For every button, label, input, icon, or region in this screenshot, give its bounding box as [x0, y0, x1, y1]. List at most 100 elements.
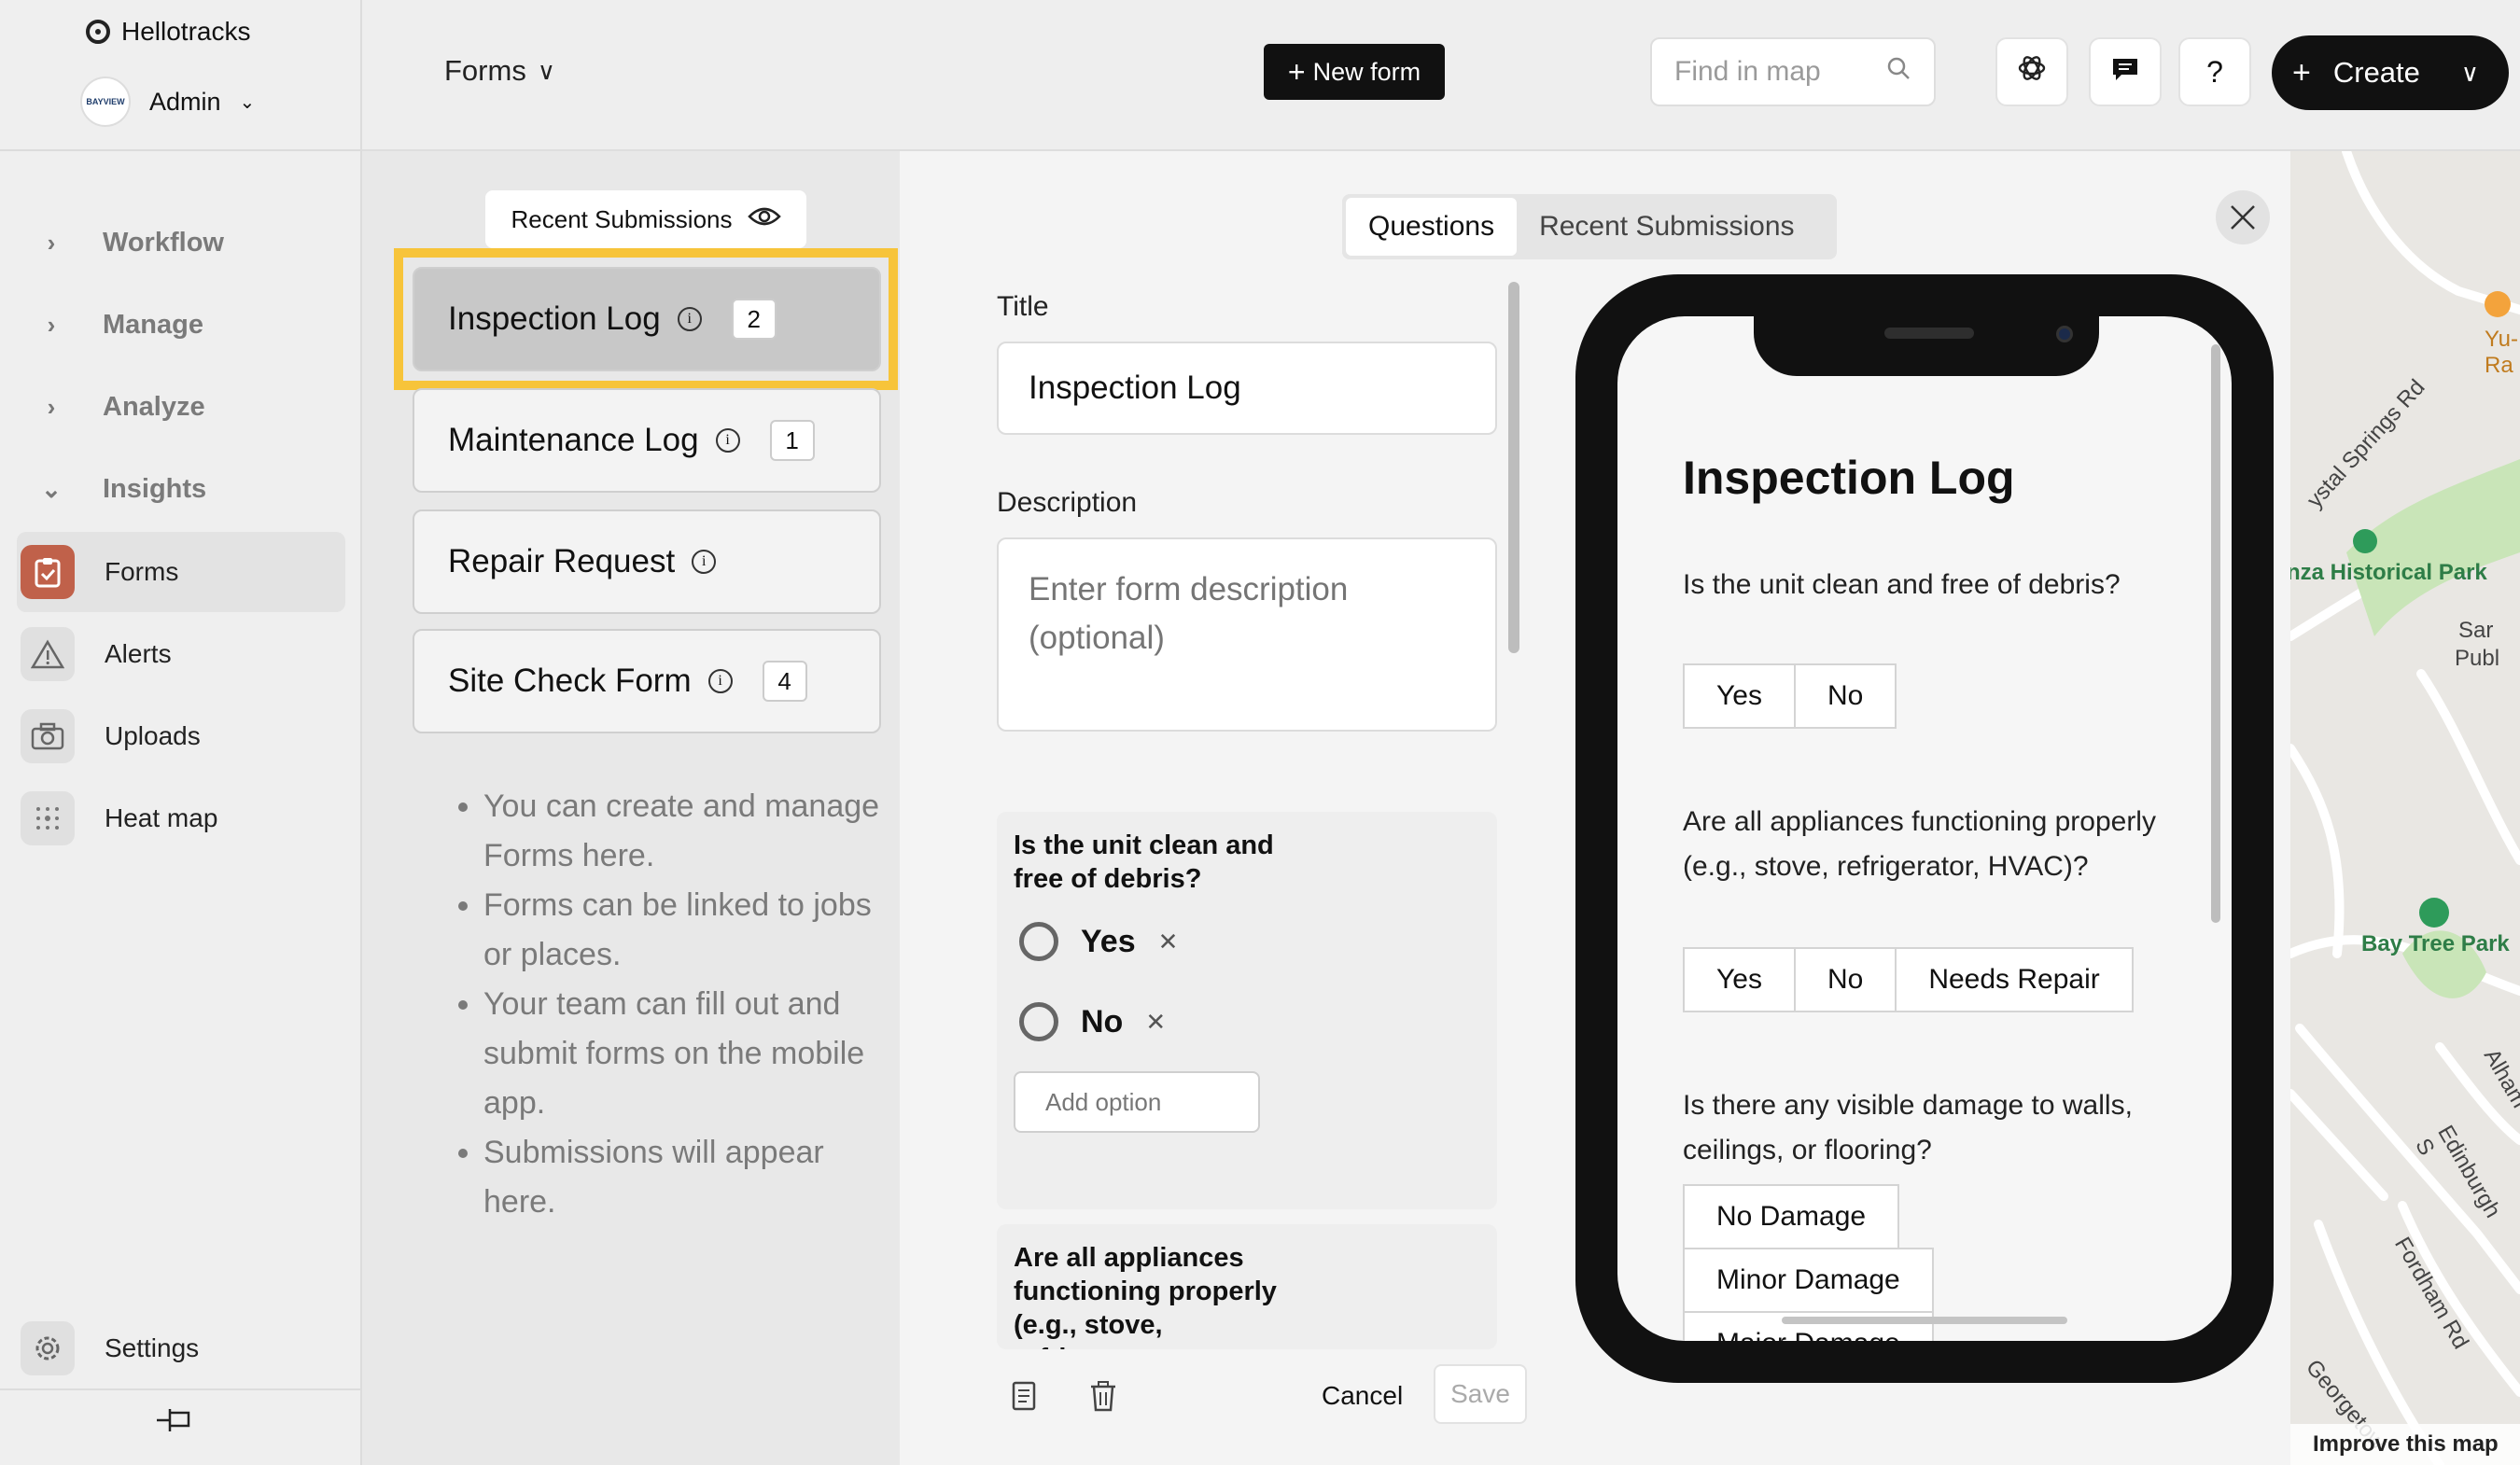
nav-group-analyze[interactable]: › Analyze [0, 370, 360, 444]
option-row: No ✕ [1014, 982, 1480, 1062]
user-menu[interactable]: BAYVIEW Admin ⌄ [80, 77, 255, 127]
form-item-maintenance-log[interactable]: Maintenance Log i 1 [413, 388, 881, 493]
title-label: Title [997, 291, 1049, 322]
map-label: Sar [2458, 618, 2494, 643]
sidebar-item-heat-map[interactable]: Heat map [17, 778, 345, 858]
duplicate-icon[interactable] [1010, 1379, 1040, 1417]
ai-assistant-button[interactable] [1995, 37, 2068, 106]
info-icon[interactable]: i [715, 428, 740, 453]
form-name: Inspection Log [448, 300, 661, 337]
divider [0, 149, 360, 151]
remove-option-icon[interactable]: ✕ [1158, 928, 1179, 956]
map-label: Bay Tree Park [2361, 931, 2510, 956]
sidebar-item-settings[interactable]: Settings [17, 1308, 345, 1388]
mobile-preview: Inspection Log Is the unit clean and fre… [1575, 274, 2274, 1383]
chevron-right-icon: › [47, 228, 56, 257]
add-option-input[interactable]: Add option [1014, 1071, 1260, 1133]
find-in-map-input[interactable]: Find in map [1650, 37, 1936, 106]
question-text[interactable]: Is the unit clean and free of debris? [1014, 829, 1294, 896]
brand[interactable]: Hellotracks [86, 17, 250, 47]
preview-options: Yes No [1683, 663, 1897, 729]
title-input[interactable] [997, 342, 1497, 435]
question-card[interactable]: Is the unit clean and free of debris? Ye… [997, 812, 1497, 1209]
help-button[interactable]: ? [2178, 37, 2251, 106]
close-icon[interactable] [2216, 190, 2270, 244]
nav-group-workflow[interactable]: › Workflow [0, 205, 360, 280]
sidebar-item-label: Alerts [105, 639, 172, 668]
option-label[interactable]: No [1081, 1004, 1123, 1040]
help-tips: You can create and manage Forms here. Fo… [452, 782, 881, 1227]
sidebar-item-forms[interactable]: Forms [17, 532, 345, 612]
trash-icon[interactable] [1088, 1379, 1118, 1417]
chevron-down-icon[interactable]: ∨ [2461, 59, 2479, 88]
ai-assistant-icon [2016, 52, 2048, 91]
preview-option-button[interactable]: Yes [1683, 947, 1796, 1012]
info-icon[interactable]: i [692, 550, 717, 574]
nav-group-label: Insights [103, 473, 207, 504]
preview-option-button[interactable]: Major Damage [1683, 1311, 1934, 1341]
tip-item: Forms can be linked to jobs or places. [483, 881, 881, 980]
submission-count-badge: 2 [731, 299, 777, 340]
user-name: Admin [149, 87, 221, 116]
form-editor: Questions Recent Submissions Title Descr… [900, 151, 2290, 1465]
info-icon[interactable]: i [707, 669, 733, 693]
mobile-preview-screen: Inspection Log Is the unit clean and fre… [1617, 316, 2232, 1341]
form-item-site-check-form[interactable]: Site Check Form i 4 [413, 629, 881, 733]
sidebar-item-label: Heat map [105, 803, 218, 832]
preview-question: Are all appliances functioning properly … [1683, 806, 2156, 882]
improve-map-link[interactable]: Improve this map [2290, 1424, 2520, 1465]
radio-icon [1019, 1002, 1058, 1041]
question-text[interactable]: Are all appliances functioning properly … [1014, 1241, 1294, 1349]
preview-option-button[interactable]: No [1793, 947, 1897, 1012]
create-button[interactable]: + Create ∨ [2272, 35, 2509, 110]
gear-icon [21, 1321, 75, 1375]
question-card[interactable]: Are all appliances functioning properly … [997, 1224, 1497, 1349]
save-button[interactable]: Save [1434, 1364, 1527, 1424]
option-label[interactable]: Yes [1081, 924, 1136, 960]
new-form-label: New form [1312, 57, 1421, 86]
recent-submissions-label: Recent Submissions [511, 204, 733, 233]
tab-questions[interactable]: Questions [1346, 198, 1518, 256]
nav-group-insights[interactable]: ⌄ Insights [0, 452, 360, 526]
remove-option-icon[interactable]: ✕ [1145, 1008, 1166, 1037]
sidebar-item-uploads[interactable]: Uploads [17, 696, 345, 776]
form-name: Maintenance Log [448, 422, 699, 458]
cancel-button[interactable]: Cancel [1322, 1381, 1403, 1411]
forms-dropdown[interactable]: Forms ∨ [444, 54, 555, 88]
preview-option-button[interactable]: Yes [1683, 663, 1796, 729]
form-item-repair-request[interactable]: Repair Request i [413, 509, 881, 614]
pin-sidebar-icon[interactable] [153, 1402, 194, 1444]
sidebar-item-alerts[interactable]: Alerts [17, 614, 345, 694]
clipboard-icon [21, 545, 75, 599]
preview-option-button[interactable]: Minor Damage [1683, 1248, 1934, 1313]
preview-scrollbar[interactable] [2211, 344, 2220, 923]
tab-recent-submissions[interactable]: Recent Submissions [1517, 198, 1816, 256]
submission-count-badge: 1 [769, 420, 815, 461]
editor-scrollbar[interactable] [1508, 282, 1519, 653]
sidebar: Hellotracks BAYVIEW Admin ⌄ › Workflow ›… [0, 0, 362, 1465]
tip-item: Your team can fill out and submit forms … [483, 980, 881, 1128]
recent-submissions-button[interactable]: Recent Submissions [485, 190, 806, 248]
description-input[interactable] [997, 537, 1497, 732]
brand-name: Hellotracks [121, 17, 251, 46]
phone-camera [2056, 326, 2073, 342]
map-view[interactable]: Yu-Ra ystal Springs Rd nza Historical Pa… [2290, 151, 2520, 1465]
chat-icon [2110, 55, 2140, 90]
search-icon[interactable] [1885, 55, 1911, 89]
divider [0, 1388, 360, 1390]
warning-icon [21, 627, 75, 681]
nav-group-manage[interactable]: › Manage [0, 287, 360, 362]
chevron-down-icon: ⌄ [239, 91, 256, 113]
form-item-inspection-log[interactable]: Inspection Log i 2 [413, 267, 881, 371]
new-form-button[interactable]: + New form [1264, 44, 1445, 100]
preview-horizontal-scrollbar[interactable] [1782, 1317, 2067, 1324]
info-icon[interactable]: i [677, 307, 702, 331]
chat-button[interactable] [2089, 37, 2162, 106]
preview-option-button[interactable]: No [1793, 663, 1897, 729]
nav-group-label: Workflow [103, 227, 224, 258]
preview-option-button[interactable]: No Damage [1683, 1184, 1900, 1249]
form-name: Repair Request [448, 543, 676, 579]
forms-dropdown-label: Forms [444, 54, 526, 87]
preview-option-button[interactable]: Needs Repair [1895, 947, 2134, 1012]
description-label: Description [997, 487, 1138, 518]
